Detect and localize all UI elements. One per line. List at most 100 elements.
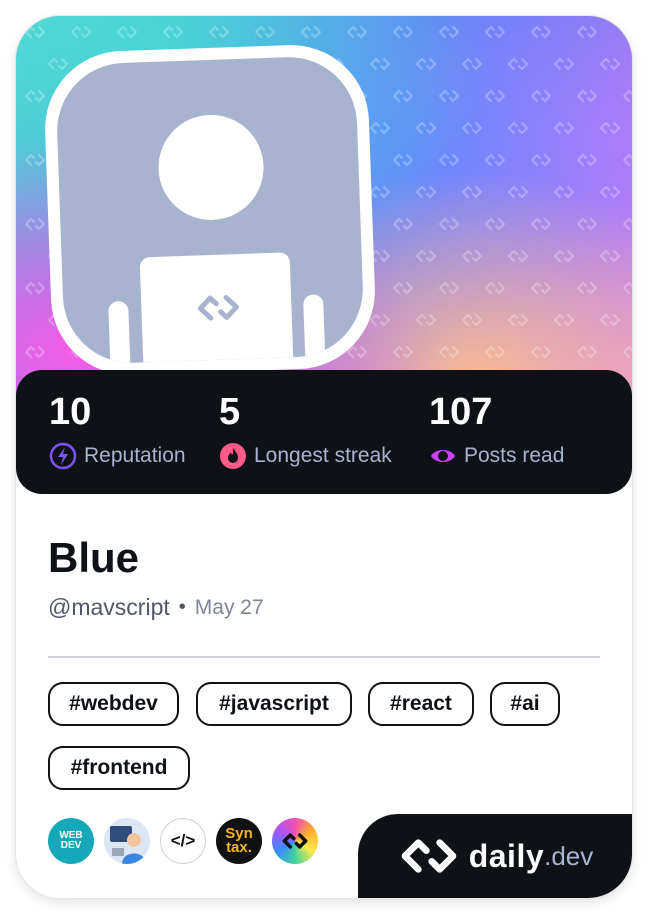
- pattern-logo-icon: [485, 153, 505, 167]
- source-code-tag[interactable]: </>: [160, 818, 206, 864]
- pattern-logo-icon: [531, 345, 551, 359]
- pattern-logo-icon: [508, 185, 528, 199]
- pattern-logo-icon: [554, 57, 574, 71]
- streak-value: 5: [219, 391, 241, 433]
- avatar-arm-left: [108, 300, 132, 366]
- pattern-logo-icon: [393, 281, 413, 295]
- pattern-logo-icon: [25, 89, 45, 103]
- tag-react[interactable]: #react: [368, 682, 474, 726]
- pattern-logo-icon: [462, 313, 482, 327]
- pattern-logo-icon: [600, 57, 620, 71]
- source-web-dev-label: WEB DEV: [59, 830, 83, 851]
- pattern-logo-icon: [485, 345, 505, 359]
- profile-handle[interactable]: @mavscript: [48, 594, 170, 621]
- source-list: WEB DEV </> Syn tax.: [48, 818, 328, 864]
- pattern-logo-icon: [577, 345, 597, 359]
- pattern-logo-icon: [393, 89, 413, 103]
- tag-frontend[interactable]: #frontend: [48, 746, 190, 790]
- pattern-logo-icon: [48, 57, 68, 71]
- pattern-logo-icon: [255, 25, 275, 39]
- pattern-logo-icon: [439, 25, 459, 39]
- source-daily-dev[interactable]: [272, 818, 318, 864]
- brand-tld: .dev: [544, 840, 594, 871]
- pattern-logo-icon: [439, 217, 459, 231]
- pattern-logo-icon: [600, 121, 620, 135]
- pattern-logo-icon: [439, 345, 459, 359]
- pattern-logo-icon: [462, 185, 482, 199]
- pattern-logo-icon: [508, 121, 528, 135]
- pattern-logo-icon: [577, 217, 597, 231]
- daily-logo-icon: [197, 294, 239, 321]
- avatar-arm-right: [303, 294, 327, 366]
- pattern-logo-icon: [531, 281, 551, 295]
- pattern-logo-icon: [485, 89, 505, 103]
- pattern-logo-icon: [623, 89, 632, 102]
- meta-separator: •: [178, 596, 186, 618]
- pattern-logo-icon: [25, 25, 45, 39]
- pattern-logo-icon: [439, 89, 459, 103]
- pattern-logo-icon: [577, 89, 597, 103]
- profile-name: Blue: [48, 534, 140, 581]
- pattern-logo-icon: [370, 121, 390, 135]
- pattern-logo-icon: [25, 345, 45, 359]
- daily-dev-logo-icon: [401, 839, 457, 873]
- pattern-logo-icon: [485, 25, 505, 39]
- pattern-logo-icon: [370, 57, 390, 71]
- avatar-body: [139, 252, 295, 366]
- pattern-logo-icon: [416, 185, 436, 199]
- tag-webdev[interactable]: #webdev: [48, 682, 179, 726]
- lightning-icon: [49, 442, 77, 470]
- stat-posts-read: 107 Posts read: [429, 390, 564, 470]
- pattern-logo-icon: [623, 281, 632, 294]
- reputation-value: 10: [49, 391, 92, 433]
- pattern-logo-icon: [577, 25, 597, 39]
- pattern-logo-icon: [554, 249, 574, 263]
- stat-reputation: 10 Reputation: [49, 390, 186, 470]
- pattern-logo-icon: [71, 25, 91, 39]
- pattern-logo-icon: [623, 153, 632, 166]
- pattern-logo-icon: [508, 57, 528, 71]
- pattern-logo-icon: [623, 345, 632, 358]
- posts-read-value: 107: [429, 391, 493, 433]
- pattern-logo-icon: [370, 313, 390, 327]
- source-syntax-label: Syn tax.: [225, 825, 253, 856]
- pattern-logo-icon: [25, 281, 45, 295]
- eye-icon: [431, 450, 455, 462]
- pattern-logo-icon: [370, 185, 390, 199]
- daily-logo-icon: [282, 833, 308, 849]
- pattern-logo-icon: [347, 25, 367, 39]
- avatar-frame: [42, 42, 378, 378]
- pattern-logo-icon: [554, 313, 574, 327]
- pattern-logo-icon: [600, 185, 620, 199]
- pattern-logo-icon: [416, 249, 436, 263]
- source-syntax[interactable]: Syn tax.: [216, 818, 262, 864]
- pattern-logo-icon: [301, 25, 321, 39]
- pattern-logo-icon: [554, 185, 574, 199]
- divider: [48, 656, 600, 658]
- pattern-logo-icon: [531, 217, 551, 231]
- pattern-logo-icon: [416, 121, 436, 135]
- pattern-logo-icon: [531, 153, 551, 167]
- posts-read-label: Posts read: [464, 444, 565, 467]
- pattern-logo-icon: [508, 249, 528, 263]
- developer-illustration-icon: [110, 826, 146, 864]
- pattern-logo-icon: [623, 25, 632, 38]
- pattern-logo-icon: [485, 217, 505, 231]
- pattern-logo-icon: [347, 345, 367, 359]
- stats-bar: 10 Reputation 5 Longest streak 107 Posts…: [16, 370, 632, 494]
- source-web-dev[interactable]: WEB DEV: [48, 818, 94, 864]
- pattern-logo-icon: [462, 121, 482, 135]
- pattern-logo-icon: [25, 153, 45, 167]
- pattern-logo-icon: [485, 281, 505, 295]
- source-developer-illustration[interactable]: [104, 818, 150, 864]
- pattern-logo-icon: [209, 25, 229, 39]
- pattern-logo-icon: [508, 313, 528, 327]
- flame-icon: [220, 443, 246, 469]
- pattern-logo-icon: [531, 89, 551, 103]
- brand-word: daily: [468, 837, 545, 874]
- tag-javascript[interactable]: #javascript: [196, 682, 352, 726]
- pattern-logo-icon: [577, 281, 597, 295]
- brand-footer[interactable]: daily .dev: [358, 814, 632, 898]
- tag-ai[interactable]: #ai: [490, 682, 560, 726]
- reputation-label: Reputation: [84, 444, 186, 467]
